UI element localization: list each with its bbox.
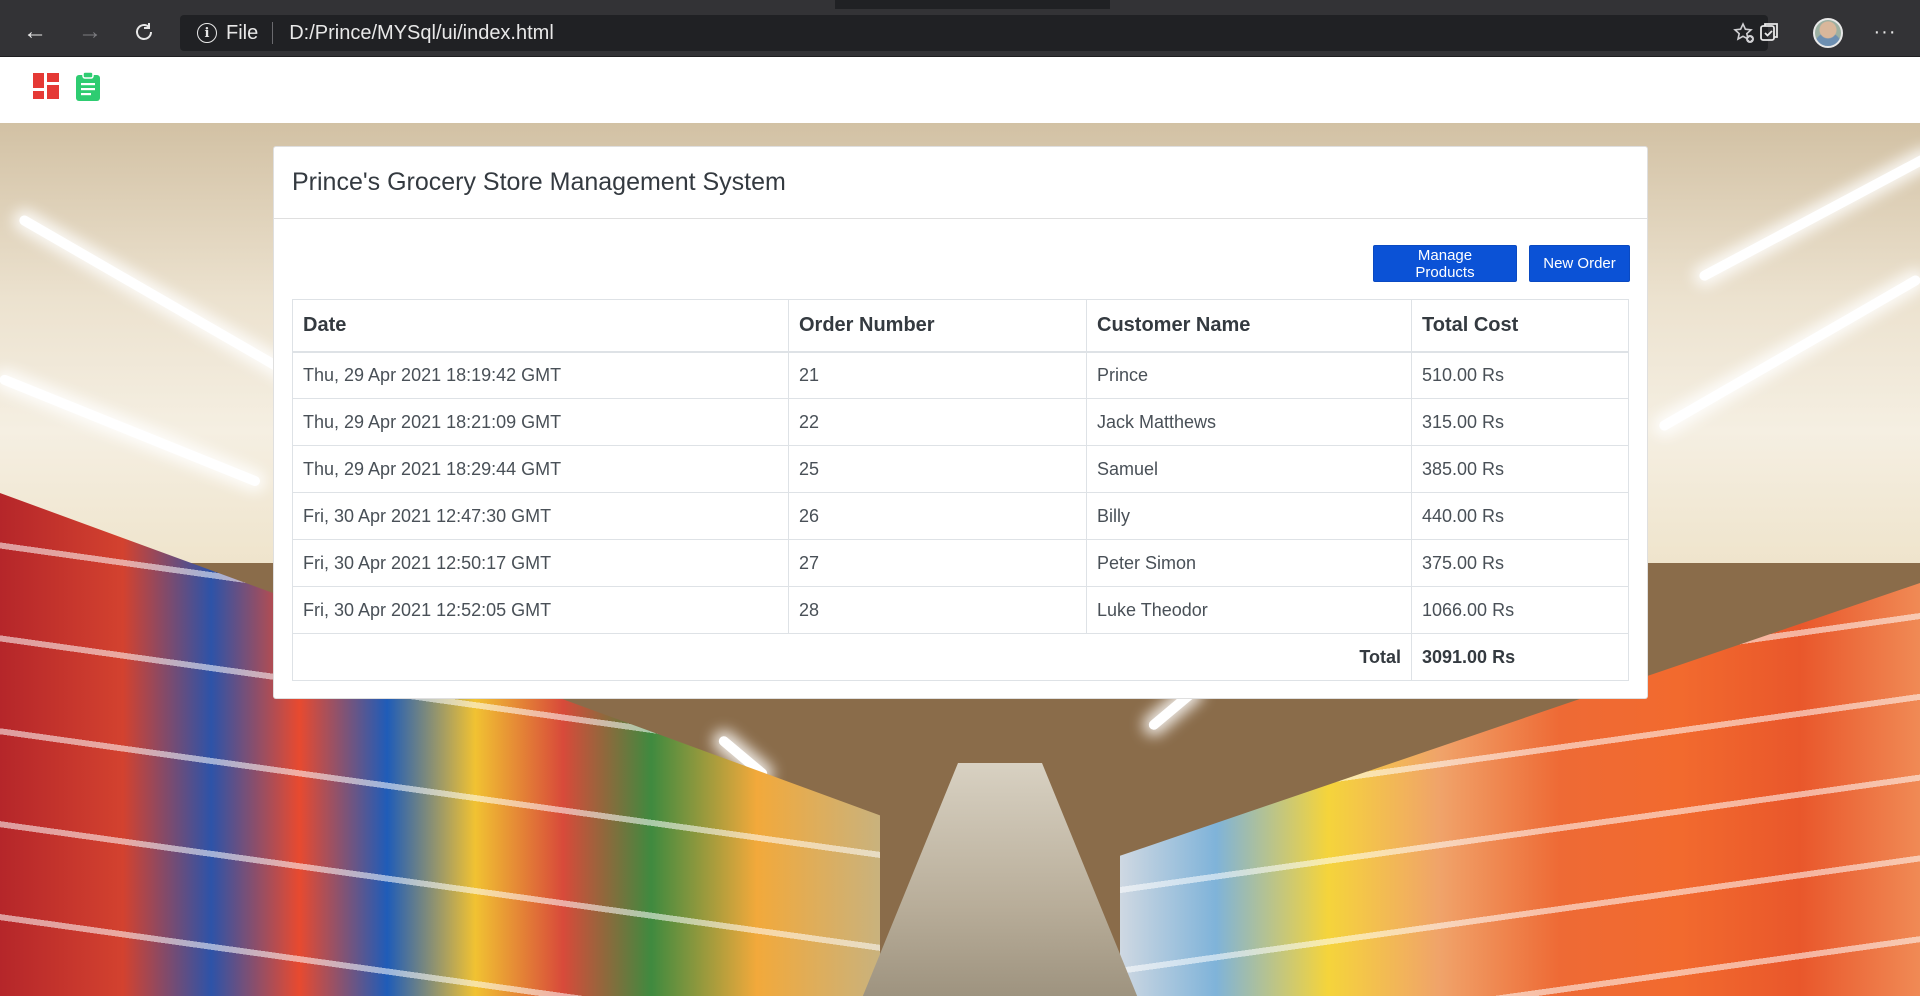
- browser-tab[interactable]: [0, 0, 835, 9]
- table-header-row: Date Order Number Customer Name Total Co…: [292, 299, 1629, 353]
- browser-tab[interactable]: [1110, 0, 1920, 9]
- cell-order-number: 27: [788, 539, 1087, 587]
- cell-customer-name: Luke Theodor: [1086, 586, 1412, 634]
- table-row: Fri, 30 Apr 2021 12:52:05 GMT 28 Luke Th…: [292, 586, 1629, 634]
- orders-card: Prince's Grocery Store Management System…: [273, 146, 1648, 699]
- header-total-cost: Total Cost: [1411, 299, 1629, 353]
- refresh-icon: [136, 23, 152, 40]
- collections-button[interactable]: [1754, 17, 1784, 47]
- address-bar[interactable]: i File D:/Prince/MYSql/ui/index.html: [180, 15, 1768, 51]
- page-top-nav: [0, 57, 1920, 123]
- cell-order-number: 28: [788, 586, 1087, 634]
- clipboard-icon[interactable]: [75, 71, 101, 101]
- back-button[interactable]: ←: [20, 17, 50, 47]
- tab-strip: [0, 0, 1920, 9]
- total-label: Total: [292, 633, 1412, 681]
- cell-date: Fri, 30 Apr 2021 12:52:05 GMT: [292, 586, 789, 634]
- arrow-left-icon: ←: [23, 18, 47, 45]
- arrow-right-icon: →: [78, 18, 102, 45]
- manage-products-button[interactable]: Manage Products: [1373, 245, 1517, 282]
- header-order-number: Order Number: [788, 299, 1087, 353]
- cell-total-cost: 375.00 Rs: [1411, 539, 1629, 587]
- total-value: 3091.00 Rs: [1411, 633, 1629, 681]
- cell-date: Fri, 30 Apr 2021 12:47:30 GMT: [292, 492, 789, 540]
- browser-toolbar: ← → i File D:/Prince/MYSql/ui/index.html: [0, 0, 1920, 57]
- dashboard-icon[interactable]: [33, 73, 59, 99]
- card-header: Prince's Grocery Store Management System: [274, 147, 1647, 219]
- cell-customer-name: Samuel: [1086, 445, 1412, 493]
- table-row: Thu, 29 Apr 2021 18:29:44 GMT 25 Samuel …: [292, 445, 1629, 493]
- table-row: Fri, 30 Apr 2021 12:50:17 GMT 27 Peter S…: [292, 539, 1629, 587]
- cell-customer-name: Peter Simon: [1086, 539, 1412, 587]
- new-order-button[interactable]: New Order: [1529, 245, 1630, 282]
- cell-customer-name: Jack Matthews: [1086, 398, 1412, 446]
- table-row: Fri, 30 Apr 2021 12:47:30 GMT 26 Billy 4…: [292, 492, 1629, 540]
- address-separator: [272, 22, 274, 44]
- table-row: Thu, 29 Apr 2021 18:21:09 GMT 22 Jack Ma…: [292, 398, 1629, 446]
- table-row: Thu, 29 Apr 2021 18:19:42 GMT 21 Prince …: [292, 351, 1629, 399]
- more-icon: ···: [1873, 20, 1897, 43]
- cell-date: Thu, 29 Apr 2021 18:29:44 GMT: [292, 445, 789, 493]
- profile-avatar[interactable]: [1813, 18, 1843, 48]
- cell-date: Thu, 29 Apr 2021 18:21:09 GMT: [292, 398, 789, 446]
- scheme-label: File: [226, 21, 259, 44]
- more-button[interactable]: ···: [1870, 17, 1900, 47]
- forward-button[interactable]: →: [75, 17, 105, 47]
- star-add-icon: [1733, 22, 1754, 43]
- cell-total-cost: 385.00 Rs: [1411, 445, 1629, 493]
- cell-total-cost: 1066.00 Rs: [1411, 586, 1629, 634]
- cell-total-cost: 440.00 Rs: [1411, 492, 1629, 540]
- cell-order-number: 25: [788, 445, 1087, 493]
- cell-total-cost: 315.00 Rs: [1411, 398, 1629, 446]
- url-text[interactable]: D:/Prince/MYSql/ui/index.html: [289, 22, 554, 45]
- refresh-button[interactable]: [129, 17, 159, 47]
- cell-order-number: 22: [788, 398, 1087, 446]
- orders-table: Date Order Number Customer Name Total Co…: [292, 299, 1629, 681]
- cell-order-number: 21: [788, 351, 1087, 399]
- cell-customer-name: Prince: [1086, 351, 1412, 399]
- cell-order-number: 26: [788, 492, 1087, 540]
- collections-icon: [1760, 23, 1778, 41]
- cell-date: Fri, 30 Apr 2021 12:50:17 GMT: [292, 539, 789, 587]
- cell-total-cost: 510.00 Rs: [1411, 351, 1629, 399]
- cell-date: Thu, 29 Apr 2021 18:19:42 GMT: [292, 351, 789, 399]
- cell-customer-name: Billy: [1086, 492, 1412, 540]
- page-title: Prince's Grocery Store Management System: [292, 168, 786, 196]
- header-date: Date: [292, 299, 789, 353]
- table-total-row: Total 3091.00 Rs: [292, 633, 1629, 681]
- header-customer-name: Customer Name: [1086, 299, 1412, 353]
- info-icon[interactable]: i: [197, 23, 217, 43]
